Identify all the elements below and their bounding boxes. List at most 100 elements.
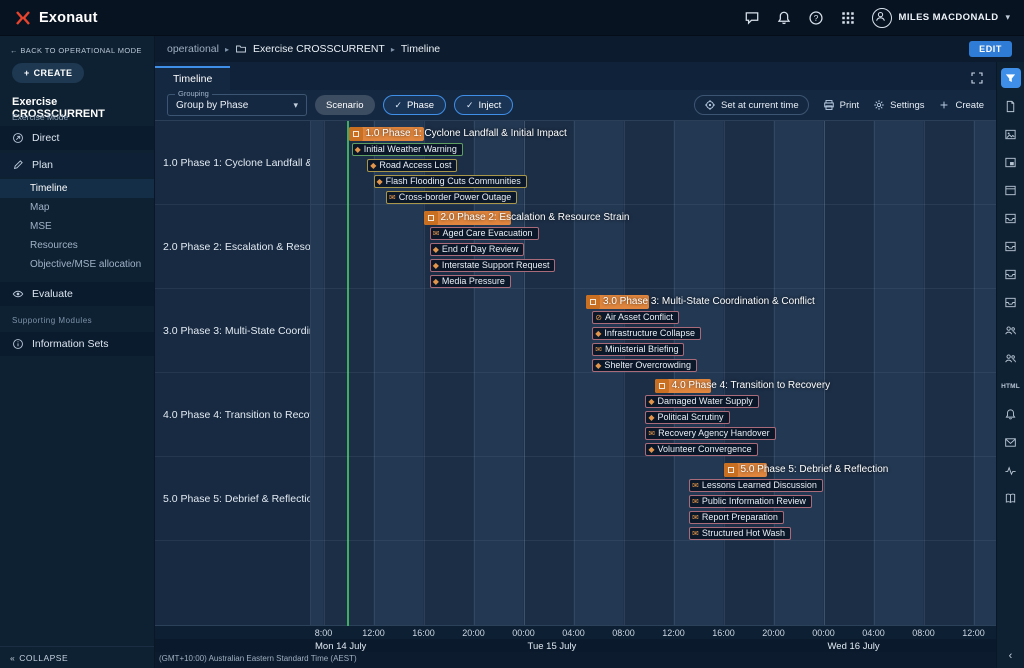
pencil-icon [12, 159, 24, 171]
inject-chip[interactable]: ◆End of Day Review [430, 243, 525, 256]
print-button[interactable]: Print [823, 99, 860, 111]
inject-envelope-icon: ✉ [648, 428, 655, 439]
phase-label: 5.0 Phase 5: Debrief & Reflection [741, 463, 889, 477]
notifications-icon[interactable] [1001, 404, 1021, 424]
inject-chip[interactable]: ◆Road Access Lost [367, 159, 457, 172]
phase-icon [724, 463, 738, 477]
settings-button[interactable]: Settings [873, 99, 924, 111]
breadcrumb-exercise[interactable]: Exercise CROSSCURRENT [253, 43, 385, 55]
mail-icon[interactable] [1001, 432, 1021, 452]
collapse-sidebar-button[interactable]: «COLLAPSE [0, 646, 154, 668]
phase-bar[interactable]: 5.0 Phase 5: Debrief & Reflection [724, 463, 768, 477]
brand[interactable]: Exonaut [14, 9, 98, 27]
app-root: Exonaut ? MILES MACDONALD ▾ ← BACK TO OP… [0, 0, 1024, 668]
archive-tray-1-icon[interactable] [1001, 208, 1021, 228]
inject-chip[interactable]: ◆Political Scrutiny [645, 411, 729, 424]
fit-screen-icon[interactable] [970, 71, 984, 85]
archive-tray-4-icon[interactable] [1001, 292, 1021, 312]
inject-chip[interactable]: ✉Lessons Learned Discussion [689, 479, 823, 492]
sidebar-item-resources[interactable]: Resources [0, 236, 154, 255]
phase-bar[interactable]: 3.0 Phase 3: Multi-State Coordination & … [586, 295, 649, 309]
sidebar-item-timeline[interactable]: Timeline [0, 179, 154, 198]
collapse-rail-icon[interactable]: ‹ [997, 650, 1024, 662]
phase-label: 4.0 Phase 4: Transition to Recovery [672, 379, 830, 393]
sidebar-item-objective-mse-allocation[interactable]: Objective/MSE allocation [0, 255, 154, 274]
inject-chip[interactable]: ✉Recovery Agency Handover [645, 427, 775, 440]
inject-chip[interactable]: ◆Initial Weather Warning [352, 143, 463, 156]
create-inject-button[interactable]: Create [938, 99, 984, 111]
gantt-row: 5.0 Phase 5: Debrief & Reflection ✉Lesson… [311, 457, 996, 541]
inject-filter-chip[interactable]: ✓ Inject [454, 95, 513, 115]
phase-bar[interactable]: 2.0 Phase 2: Escalation & Resource Strai… [424, 211, 512, 225]
create-button[interactable]: +CREATE [12, 63, 84, 83]
button-label: Print [840, 100, 860, 111]
bell-icon[interactable] [776, 10, 792, 26]
day-label: Tue 15 July [528, 641, 577, 652]
sidebar-item-plan[interactable]: Plan [0, 153, 154, 177]
sidebar-item-information-sets[interactable]: Information Sets [0, 332, 154, 356]
sidebar-item-evaluate[interactable]: Evaluate [0, 282, 154, 306]
chip-label: Inject [479, 100, 502, 111]
phase-bar[interactable]: 1.0 Phase 1: Cyclone Landfall & Initial … [349, 127, 424, 141]
sidebar-item-label: Direct [32, 132, 59, 144]
inject-chip[interactable]: ◆Volunteer Convergence [645, 443, 757, 456]
user-menu[interactable]: MILES MACDONALD ▾ [872, 8, 1010, 28]
activity-icon[interactable] [1001, 460, 1021, 480]
exercise-icon [235, 43, 247, 55]
inject-label: Aged Care Evacuation [442, 228, 532, 239]
phase-filter-chip[interactable]: ✓ Phase [383, 95, 446, 115]
inject-chip[interactable]: ✉Ministerial Briefing [592, 343, 684, 356]
inject-chip[interactable]: ◆Interstate Support Request [430, 259, 556, 272]
inject-diamond-icon: ◆ [648, 444, 654, 455]
button-label: Create [955, 100, 984, 111]
chat-icon[interactable] [744, 10, 760, 26]
window-panel-icon[interactable] [1001, 180, 1021, 200]
inject-chip[interactable]: ✉Cross-border Power Outage [386, 191, 517, 204]
scenario-chip[interactable]: Scenario [315, 95, 375, 115]
timeline-toolbar: Grouping Group by Phase ▾ Scenario ✓ Pha… [155, 90, 996, 120]
tabbar: Timeline [155, 62, 996, 90]
sidebar-item-direct[interactable]: Direct [0, 126, 154, 150]
users-2-icon[interactable] [1001, 348, 1021, 368]
person-icon [874, 10, 890, 26]
users-1-icon[interactable] [1001, 320, 1021, 340]
archive-tray-3-icon[interactable] [1001, 264, 1021, 284]
tab-timeline[interactable]: Timeline [155, 66, 230, 90]
pip-panel-icon[interactable] [1001, 152, 1021, 172]
row-label: 5.0 Phase 5: Debrief & Reflection [155, 457, 310, 541]
chevron-down-icon: ▾ [1005, 12, 1010, 23]
sidebar-item-map[interactable]: Map [0, 198, 154, 217]
phase-icon [349, 127, 363, 141]
grouping-select[interactable]: Grouping Group by Phase ▾ [167, 94, 307, 116]
breadcrumb-operational[interactable]: operational [167, 43, 219, 55]
inject-chip[interactable]: ✉Structured Hot Wash [689, 527, 791, 540]
archive-tray-2-icon[interactable] [1001, 236, 1021, 256]
set-at-current-time-button[interactable]: Set at current time [694, 95, 809, 115]
inject-chip[interactable]: ◆Flash Flooding Cuts Communities [374, 175, 527, 188]
printer-icon [823, 99, 835, 111]
sidebar-item-mse[interactable]: MSE [0, 217, 154, 236]
html-icon[interactable]: HTML [1001, 376, 1021, 396]
tick-label: 08:00 [612, 628, 635, 638]
inject-chip[interactable]: ◆Shelter Overcrowding [592, 359, 697, 372]
inject-chip[interactable]: ✉Aged Care Evacuation [430, 227, 539, 240]
tick-label: 00:00 [512, 628, 535, 638]
inject-chip[interactable]: ◆Damaged Water Supply [645, 395, 758, 408]
document-icon[interactable] [1001, 96, 1021, 116]
phase-bar[interactable]: 4.0 Phase 4: Transition to Recovery [655, 379, 711, 393]
apps-grid-icon[interactable] [840, 10, 856, 26]
inject-chip[interactable]: ✉Report Preparation [689, 511, 784, 524]
library-icon[interactable] [1001, 488, 1021, 508]
image-panel-icon[interactable] [1001, 124, 1021, 144]
back-to-operational-link[interactable]: ← BACK TO OPERATIONAL MODE [10, 46, 142, 55]
inject-chip[interactable]: ◆Infrastructure Collapse [592, 327, 701, 340]
edit-button[interactable]: EDIT [969, 41, 1012, 57]
inject-chip[interactable]: ◆Media Pressure [430, 275, 511, 288]
inject-chip[interactable]: ✉Public Information Review [689, 495, 812, 508]
inject-chip[interactable]: ⊘Air Asset Conflict [592, 311, 679, 324]
exonaut-logo-icon [14, 9, 32, 27]
gear-icon [873, 99, 885, 111]
filter-icon[interactable] [1001, 68, 1021, 88]
inject-label: Shelter Overcrowding [604, 360, 691, 371]
help-icon[interactable]: ? [808, 10, 824, 26]
